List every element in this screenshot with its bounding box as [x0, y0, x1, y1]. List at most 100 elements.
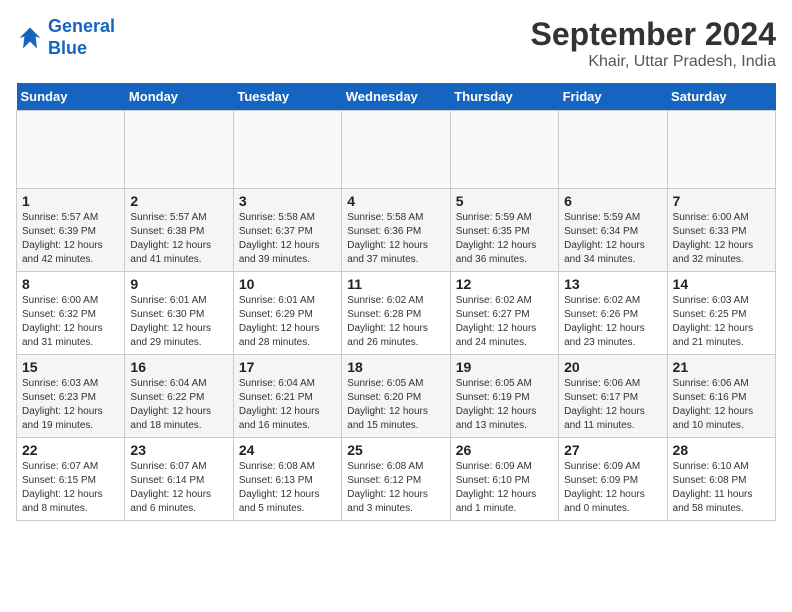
table-row: 6 Sunrise: 5:59 AMSunset: 6:34 PMDaylight… — [559, 189, 667, 272]
day-number: 23 — [130, 442, 227, 458]
day-info: Sunrise: 6:00 AMSunset: 6:33 PMDaylight:… — [673, 211, 770, 267]
table-row: 14 Sunrise: 6:03 AMSunset: 6:25 PMDayligh… — [667, 272, 775, 355]
day-info: Sunrise: 6:10 AMSunset: 6:08 PMDaylight:… — [673, 460, 770, 516]
day-number: 24 — [239, 442, 336, 458]
table-row — [233, 111, 341, 189]
table-row: 3 Sunrise: 5:58 AMSunset: 6:37 PMDaylight… — [233, 189, 341, 272]
day-number: 16 — [130, 359, 227, 375]
table-row — [667, 111, 775, 189]
day-number: 5 — [456, 193, 553, 209]
day-info: Sunrise: 6:06 AMSunset: 6:17 PMDaylight:… — [564, 377, 661, 433]
calendar-table: Sunday Monday Tuesday Wednesday Thursday… — [16, 83, 776, 521]
logo-text: General Blue — [48, 16, 115, 59]
day-info: Sunrise: 6:03 AMSunset: 6:25 PMDaylight:… — [673, 294, 770, 350]
subtitle: Khair, Uttar Pradesh, India — [531, 53, 776, 71]
day-info: Sunrise: 6:09 AMSunset: 6:09 PMDaylight:… — [564, 460, 661, 516]
table-row: 18Sunrise: 6:05 AMSunset: 6:20 PMDayligh… — [342, 355, 450, 438]
day-number: 8 — [22, 276, 119, 292]
table-row: 12 Sunrise: 6:02 AMSunset: 6:27 PMDayligh… — [450, 272, 558, 355]
day-info: Sunrise: 6:08 AMSunset: 6:12 PMDaylight:… — [347, 460, 444, 516]
logo-icon — [16, 24, 44, 52]
table-row: 8 Sunrise: 6:00 AMSunset: 6:32 PMDaylight… — [17, 272, 125, 355]
col-thursday: Thursday — [450, 83, 558, 111]
day-info: Sunrise: 6:09 AMSunset: 6:10 PMDaylight:… — [456, 460, 553, 516]
title-area: September 2024 Khair, Uttar Pradesh, Ind… — [531, 16, 776, 71]
table-row: 4Sunrise: 5:58 AMSunset: 6:36 PMDaylight… — [342, 189, 450, 272]
day-info: Sunrise: 6:01 AMSunset: 6:30 PMDaylight:… — [130, 294, 227, 350]
col-friday: Friday — [559, 83, 667, 111]
day-info: Sunrise: 5:57 AMSunset: 6:38 PMDaylight:… — [130, 211, 227, 267]
logo-line1: General — [48, 16, 115, 36]
day-number: 22 — [22, 442, 119, 458]
day-number: 25 — [347, 442, 444, 458]
table-row: 1Sunrise: 5:57 AMSunset: 6:39 PMDaylight… — [17, 189, 125, 272]
day-info: Sunrise: 6:00 AMSunset: 6:32 PMDaylight:… — [22, 294, 119, 350]
day-number: 6 — [564, 193, 661, 209]
day-info: Sunrise: 6:01 AMSunset: 6:29 PMDaylight:… — [239, 294, 336, 350]
table-row — [125, 111, 233, 189]
day-info: Sunrise: 5:58 AMSunset: 6:37 PMDaylight:… — [239, 211, 336, 267]
calendar-week-row — [17, 111, 776, 189]
day-number: 2 — [130, 193, 227, 209]
table-row: 21 Sunrise: 6:06 AMSunset: 6:16 PMDayligh… — [667, 355, 775, 438]
table-row: 27 Sunrise: 6:09 AMSunset: 6:09 PMDayligh… — [559, 438, 667, 521]
table-row: 20 Sunrise: 6:06 AMSunset: 6:17 PMDayligh… — [559, 355, 667, 438]
logo-line2: Blue — [48, 38, 87, 58]
day-info: Sunrise: 6:08 AMSunset: 6:13 PMDaylight:… — [239, 460, 336, 516]
table-row: 23 Sunrise: 6:07 AMSunset: 6:14 PMDayligh… — [125, 438, 233, 521]
calendar-week-row: 1Sunrise: 5:57 AMSunset: 6:39 PMDaylight… — [17, 189, 776, 272]
table-row — [342, 111, 450, 189]
table-row: 7Sunrise: 6:00 AMSunset: 6:33 PMDaylight… — [667, 189, 775, 272]
day-number: 27 — [564, 442, 661, 458]
table-row: 10Sunrise: 6:01 AMSunset: 6:29 PMDayligh… — [233, 272, 341, 355]
day-info: Sunrise: 5:59 AMSunset: 6:34 PMDaylight:… — [564, 211, 661, 267]
logo: General Blue — [16, 16, 115, 59]
main-title: September 2024 — [531, 16, 776, 53]
day-number: 21 — [673, 359, 770, 375]
day-number: 18 — [347, 359, 444, 375]
table-row: 26Sunrise: 6:09 AMSunset: 6:10 PMDayligh… — [450, 438, 558, 521]
day-info: Sunrise: 6:07 AMSunset: 6:15 PMDaylight:… — [22, 460, 119, 516]
day-number: 17 — [239, 359, 336, 375]
table-row: 2 Sunrise: 5:57 AMSunset: 6:38 PMDaylight… — [125, 189, 233, 272]
calendar-week-row: 15 Sunrise: 6:03 AMSunset: 6:23 PMDayligh… — [17, 355, 776, 438]
day-number: 20 — [564, 359, 661, 375]
day-info: Sunrise: 6:07 AMSunset: 6:14 PMDaylight:… — [130, 460, 227, 516]
table-row: 16 Sunrise: 6:04 AMSunset: 6:22 PMDayligh… — [125, 355, 233, 438]
day-number: 12 — [456, 276, 553, 292]
col-saturday: Saturday — [667, 83, 775, 111]
col-wednesday: Wednesday — [342, 83, 450, 111]
day-number: 3 — [239, 193, 336, 209]
table-row: 11Sunrise: 6:02 AMSunset: 6:28 PMDayligh… — [342, 272, 450, 355]
day-info: Sunrise: 6:02 AMSunset: 6:26 PMDaylight:… — [564, 294, 661, 350]
day-number: 15 — [22, 359, 119, 375]
day-number: 19 — [456, 359, 553, 375]
table-row: 22 Sunrise: 6:07 AMSunset: 6:15 PMDayligh… — [17, 438, 125, 521]
table-row: 15 Sunrise: 6:03 AMSunset: 6:23 PMDayligh… — [17, 355, 125, 438]
table-row: 24 Sunrise: 6:08 AMSunset: 6:13 PMDayligh… — [233, 438, 341, 521]
table-row — [450, 111, 558, 189]
day-number: 28 — [673, 442, 770, 458]
table-row: 25 Sunrise: 6:08 AMSunset: 6:12 PMDayligh… — [342, 438, 450, 521]
day-info: Sunrise: 6:04 AMSunset: 6:22 PMDaylight:… — [130, 377, 227, 433]
day-info: Sunrise: 6:02 AMSunset: 6:27 PMDaylight:… — [456, 294, 553, 350]
calendar-week-row: 8 Sunrise: 6:00 AMSunset: 6:32 PMDaylight… — [17, 272, 776, 355]
table-row: 19 Sunrise: 6:05 AMSunset: 6:19 PMDayligh… — [450, 355, 558, 438]
table-row: 13 Sunrise: 6:02 AMSunset: 6:26 PMDayligh… — [559, 272, 667, 355]
table-row — [17, 111, 125, 189]
day-info: Sunrise: 6:06 AMSunset: 6:16 PMDaylight:… — [673, 377, 770, 433]
table-row: 5Sunrise: 5:59 AMSunset: 6:35 PMDaylight… — [450, 189, 558, 272]
col-sunday: Sunday — [17, 83, 125, 111]
calendar-week-row: 22 Sunrise: 6:07 AMSunset: 6:15 PMDayligh… — [17, 438, 776, 521]
day-info: Sunrise: 6:05 AMSunset: 6:19 PMDaylight:… — [456, 377, 553, 433]
day-number: 14 — [673, 276, 770, 292]
day-number: 11 — [347, 276, 444, 292]
day-number: 13 — [564, 276, 661, 292]
day-info: Sunrise: 6:03 AMSunset: 6:23 PMDaylight:… — [22, 377, 119, 433]
table-row: 17Sunrise: 6:04 AMSunset: 6:21 PMDayligh… — [233, 355, 341, 438]
table-row: 28 Sunrise: 6:10 AMSunset: 6:08 PMDayligh… — [667, 438, 775, 521]
header: General Blue September 2024 Khair, Uttar… — [16, 16, 776, 71]
day-number: 4 — [347, 193, 444, 209]
table-row — [559, 111, 667, 189]
calendar-header-row: Sunday Monday Tuesday Wednesday Thursday… — [17, 83, 776, 111]
